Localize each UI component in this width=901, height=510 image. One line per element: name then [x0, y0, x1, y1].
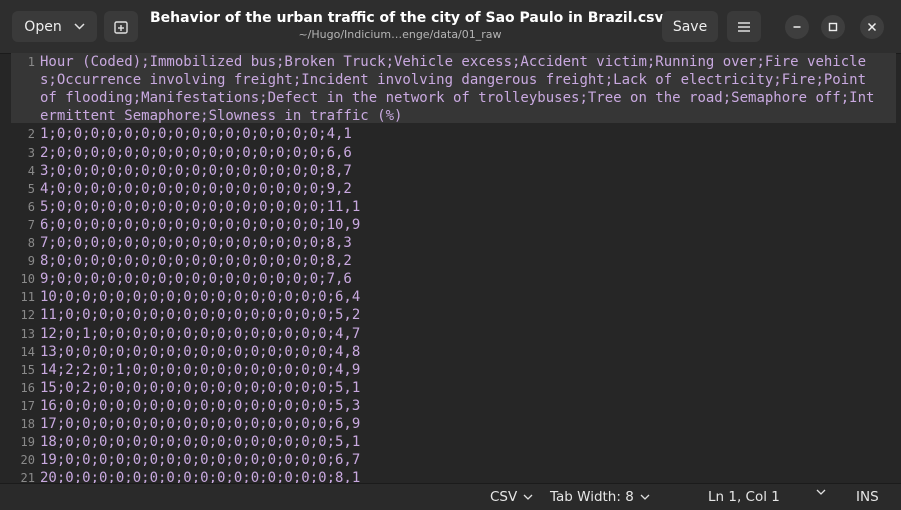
save-button[interactable]: Save: [662, 11, 718, 42]
insert-mode-indicator[interactable]: INS: [856, 489, 879, 505]
editor-line[interactable]: 2 1;0;0;0;0;0;0;0;0;0;0;0;0;0;0;0;0;4,1: [11, 125, 896, 143]
line-number: 13: [20, 326, 35, 341]
status-bar: CSV Tab Width: 8 Ln 1, Col 1 INS: [0, 483, 901, 510]
window-title: Behavior of the urban traffic of the cit…: [150, 10, 664, 26]
line-text: 14;2;2;0;1;0;0;0;0;0;0;0;0;0;0;0;0;4,9: [40, 361, 361, 378]
editor-line[interactable]: 6 5;0;0;0;0;0;0;0;0;0;0;0;0;0;0;0;0;11,1: [11, 198, 896, 216]
editor-line[interactable]: 13 12;0;1;0;0;0;0;0;0;0;0;0;0;0;0;0;0;4,7: [11, 325, 896, 343]
editor-line[interactable]: 9 8;0;0;0;0;0;0;0;0;0;0;0;0;0;0;0;0;8,2: [11, 252, 896, 270]
editor-line[interactable]: 7 6;0;0;0;0;0;0;0;0;0;0;0;0;0;0;0;0;10,9: [11, 216, 896, 234]
editor-line[interactable]: 10 9;0;0;0;0;0;0;0;0;0;0;0;0;0;0;0;0;7,6: [11, 270, 896, 288]
new-tab-button[interactable]: [104, 11, 138, 42]
line-text: 11;0;0;0;0;0;0;0;0;0;0;0;0;0;0;0;0;5,2: [40, 307, 361, 324]
editor-line[interactable]: 11 10;0;0;0;0;0;0;0;0;0;0;0;0;0;0;0;0;6,4: [11, 288, 896, 306]
chevron-down-icon: [74, 23, 85, 30]
line-text: 16;0;0;0;0;0;0;0;0;0;0;0;0;0;0;0;0;5,3: [40, 397, 361, 414]
line-number: 15: [20, 362, 35, 377]
line-text: 18;0;0;0;0;0;0;0;0;0;0;0;0;0;0;0;0;5,1: [40, 434, 361, 451]
line-number: 1: [27, 55, 35, 69]
editor-line[interactable]: 3 2;0;0;0;0;0;0;0;0;0;0;0;0;0;0;0;0;6,6: [11, 144, 896, 162]
line-number: 4: [27, 163, 35, 178]
language-selector[interactable]: CSV: [490, 489, 533, 505]
line-text: 15;0;2;0;0;0;0;0;0;0;0;0;0;0;0;0;0;5,1: [40, 379, 361, 396]
line-text: 17;0;0;0;0;0;0;0;0;0;0;0;0;0;0;0;0;6,9: [40, 416, 361, 432]
line-number: 7: [27, 217, 35, 232]
hamburger-menu-icon: [738, 21, 750, 32]
editor-line[interactable]: 14 13;0;0;0;0;0;0;0;0;0;0;0;0;0;0;0;0;4,8: [11, 343, 896, 361]
line-text: 3;0;0;0;0;0;0;0;0;0;0;0;0;0;0;0;0;8,7: [40, 162, 352, 179]
close-button[interactable]: [860, 15, 884, 39]
tab-width-label: Tab Width: 8: [550, 489, 634, 505]
line-number: 8: [27, 236, 35, 250]
line-number: 5: [27, 181, 35, 196]
editor-line[interactable]: 19 18;0;0;0;0;0;0;0;0;0;0;0;0;0;0;0;0;5,1: [11, 433, 896, 451]
editor-line[interactable]: 4 3;0;0;0;0;0;0;0;0;0;0;0;0;0;0;0;0;8,7: [11, 162, 896, 180]
line-text: 8;0;0;0;0;0;0;0;0;0;0;0;0;0;0;0;0;8,2: [40, 253, 352, 270]
line-text: Hour (Coded);Immobilized bus;Broken Truc…: [40, 54, 875, 125]
editor-line[interactable]: 1 Hour (Coded);Immobilized bus;Broken Tru…: [11, 53, 896, 125]
line-number: 17: [20, 398, 35, 413]
chevron-down-icon: [640, 494, 650, 500]
line-text: 10;0;0;0;0;0;0;0;0;0;0;0;0;0;0;0;0;6,4: [40, 289, 361, 306]
line-text: 19;0;0;0;0;0;0;0;0;0;0;0;0;0;0;0;0;6,7: [40, 452, 361, 469]
line-number: 20: [20, 453, 35, 468]
maximize-button[interactable]: [821, 15, 845, 39]
line-text: 9;0;0;0;0;0;0;0;0;0;0;0;0;0;0;0;0;7,6: [40, 271, 352, 288]
position-menu-button[interactable]: [816, 489, 826, 495]
editor-line[interactable]: 5 4;0;0;0;0;0;0;0;0;0;0;0;0;0;0;0;0;9,2: [11, 180, 896, 198]
chevron-down-icon: [523, 494, 533, 500]
line-number: 18: [20, 417, 35, 431]
line-text: 5;0;0;0;0;0;0;0;0;0;0;0;0;0;0;0;0;11,1: [40, 198, 361, 215]
close-icon: [867, 22, 877, 32]
maximize-icon: [828, 22, 838, 32]
editor-line[interactable]: 12 11;0;0;0;0;0;0;0;0;0;0;0;0;0;0;0;0;5,2: [11, 306, 896, 324]
main-menu-button[interactable]: [727, 11, 761, 42]
line-text: 6;0;0;0;0;0;0;0;0;0;0;0;0;0;0;0;0;10,9: [40, 216, 361, 233]
editor-line[interactable]: 17 16;0;0;0;0;0;0;0;0;0;0;0;0;0;0;0;0;5,3: [11, 397, 896, 415]
tab-width-selector[interactable]: Tab Width: 8: [550, 489, 650, 505]
line-number: 19: [20, 435, 35, 450]
cursor-position[interactable]: Ln 1, Col 1: [708, 489, 780, 505]
line-number: 16: [20, 380, 35, 395]
line-text: 12;0;1;0;0;0;0;0;0;0;0;0;0;0;0;0;0;4,7: [40, 325, 361, 342]
line-number: 14: [20, 344, 35, 359]
header-bar: Open Behavior of the urban traffic of th…: [0, 0, 901, 54]
line-text: 7;0;0;0;0;0;0;0;0;0;0;0;0;0;0;0;0;8,3: [40, 235, 352, 251]
editor-line[interactable]: 20 19;0;0;0;0;0;0;0;0;0;0;0;0;0;0;0;0;6,7: [11, 451, 896, 469]
line-number: 9: [27, 254, 35, 269]
line-number: 11: [20, 290, 35, 305]
window-subtitle: ~/Hugo/Indicium…enge/data/01_raw: [298, 28, 502, 41]
language-label: CSV: [490, 489, 518, 505]
editor-line[interactable]: 21 20;0;0;0;0;0;0;0;0;0;0;0;0;0;0;0;0;8,1: [11, 469, 896, 483]
editor-line[interactable]: 15 14;2;2;0;1;0;0;0;0;0;0;0;0;0;0;0;0;4,9: [11, 361, 896, 379]
open-button[interactable]: Open: [12, 11, 97, 42]
editor-line[interactable]: 8 7;0;0;0;0;0;0;0;0;0;0;0;0;0;0;0;0;8,3: [11, 234, 896, 252]
line-number: 6: [27, 199, 35, 214]
line-number: 12: [20, 308, 35, 323]
line-number: 2: [27, 127, 35, 142]
line-number: 21: [20, 471, 35, 483]
text-editor-window: Open Behavior of the urban traffic of th…: [0, 0, 901, 510]
new-tab-icon: [114, 20, 128, 34]
line-text: 1;0;0;0;0;0;0;0;0;0;0;0;0;0;0;0;0;4,1: [40, 126, 352, 143]
editor-line[interactable]: 18 17;0;0;0;0;0;0;0;0;0;0;0;0;0;0;0;0;6,9: [11, 415, 896, 433]
editor-line[interactable]: 16 15;0;2;0;0;0;0;0;0;0;0;0;0;0;0;0;0;5,1: [11, 379, 896, 397]
line-text: 13;0;0;0;0;0;0;0;0;0;0;0;0;0;0;0;0;4,8: [40, 343, 361, 360]
line-text: 4;0;0;0;0;0;0;0;0;0;0;0;0;0;0;0;0;9,2: [40, 180, 352, 197]
line-text: 20;0;0;0;0;0;0;0;0;0;0;0;0;0;0;0;0;8,1: [40, 470, 361, 483]
open-button-label: Open: [24, 18, 62, 35]
minimize-button[interactable]: [785, 15, 809, 39]
line-number: 3: [27, 145, 35, 160]
chevron-down-icon: [816, 489, 826, 495]
line-number: 10: [20, 272, 35, 287]
line-text: 2;0;0;0;0;0;0;0;0;0;0;0;0;0;0;0;0;6,6: [40, 144, 352, 161]
text-editor-area[interactable]: 1 Hour (Coded);Immobilized bus;Broken Tru…: [11, 53, 896, 483]
minimize-icon: [793, 26, 801, 28]
title-block: Behavior of the urban traffic of the cit…: [150, 9, 664, 42]
